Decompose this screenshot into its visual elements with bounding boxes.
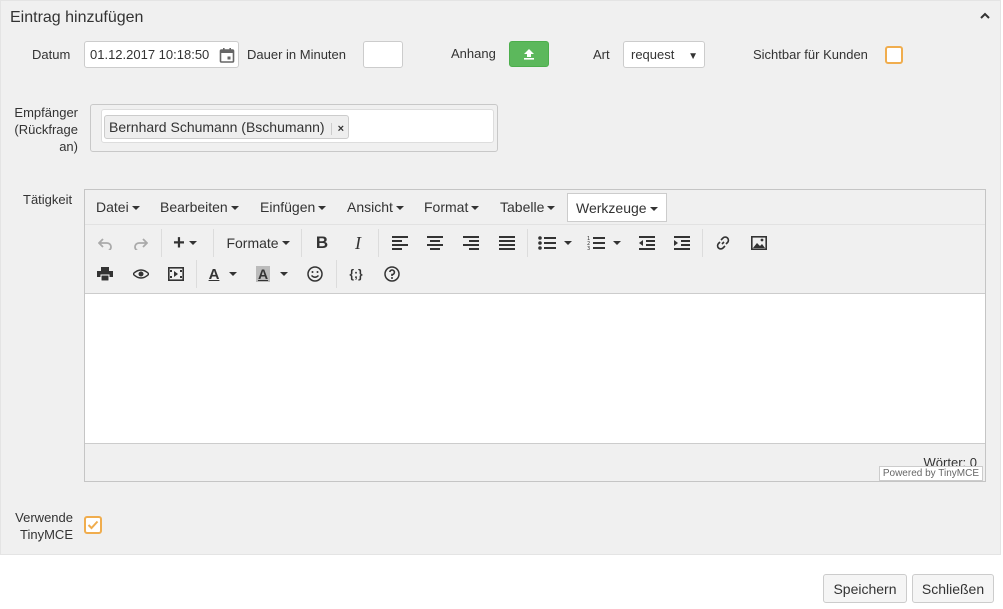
undo-icon[interactable]: [91, 230, 119, 256]
art-value: request: [631, 47, 675, 62]
align-left-icon[interactable]: [386, 230, 414, 256]
tinymce-checkbox[interactable]: [84, 516, 102, 534]
datum-value: 01.12.2017 10:18:50: [90, 47, 210, 62]
tinymce-label-line-2: TinyMCE: [20, 527, 73, 542]
calendar-icon[interactable]: [219, 47, 235, 63]
empfaenger-label-line-3: an): [59, 139, 78, 154]
add-entry-panel: Eintrag hinzufügen Datum 01.12.2017 10:1…: [0, 0, 1001, 555]
code-sample-icon[interactable]: {;}: [342, 261, 370, 287]
menu-datei[interactable]: Datei: [96, 193, 140, 222]
background-color-icon[interactable]: A: [252, 261, 292, 287]
link-icon[interactable]: [709, 230, 737, 256]
remove-tag-icon[interactable]: ×: [330, 123, 344, 135]
menu-bearbeiten[interactable]: Bearbeiten: [160, 193, 239, 222]
datum-input[interactable]: 01.12.2017 10:18:50: [84, 41, 239, 68]
indent-icon[interactable]: [668, 230, 696, 256]
align-center-icon[interactable]: [421, 230, 449, 256]
menu-tabelle[interactable]: Tabelle: [500, 193, 556, 222]
bullet-list-icon[interactable]: [534, 230, 576, 256]
text-color-icon[interactable]: A: [203, 261, 243, 287]
taetigkeit-label: Tätigkeit: [23, 192, 73, 207]
italic-icon[interactable]: I: [344, 230, 372, 256]
align-right-icon[interactable]: [457, 230, 485, 256]
numbered-list-icon[interactable]: 123: [583, 230, 625, 256]
editor-menubar: Datei Bearbeiten Einfügen Ansicht Format…: [85, 190, 985, 225]
upload-icon: [524, 49, 534, 60]
checkmark-icon: [87, 520, 99, 530]
empfaenger-label-line-2: (Rückfrage: [14, 122, 78, 137]
empfaenger-label-line-1: Empfänger: [14, 105, 78, 120]
emoticons-icon[interactable]: [301, 261, 329, 287]
anhang-label: Anhang: [451, 46, 496, 61]
image-icon[interactable]: [745, 230, 773, 256]
align-justify-icon[interactable]: [493, 230, 521, 256]
menu-format[interactable]: Format: [424, 193, 480, 222]
sichtbar-label: Sichtbar für Kunden: [753, 47, 868, 62]
help-icon[interactable]: [378, 261, 406, 287]
powered-by-tinymce[interactable]: Powered by TinyMCE: [878, 466, 983, 481]
redo-icon[interactable]: [127, 230, 155, 256]
empfaenger-label: Empfänger (Rückfrage an): [1, 104, 78, 155]
save-button[interactable]: Speichern: [823, 574, 907, 603]
tinymce-label-line-1: Verwende: [15, 510, 73, 525]
recipient-tag-label: Bernhard Schumann (Bschumann): [109, 119, 325, 135]
datum-label: Datum: [32, 47, 71, 62]
editor-content-area[interactable]: [85, 293, 985, 444]
recipient-input[interactable]: Bernhard Schumann (Bschumann) ×: [101, 109, 494, 143]
panel-title: Eintrag hinzufügen: [10, 9, 144, 26]
recipient-tag: Bernhard Schumann (Bschumann) ×: [104, 115, 349, 139]
art-select[interactable]: request ▼: [623, 41, 705, 68]
insert-plus-icon[interactable]: +: [167, 230, 203, 256]
chevron-up-icon[interactable]: [977, 8, 993, 24]
dauer-label: Dauer in Minuten: [247, 47, 346, 62]
menu-ansicht[interactable]: Ansicht: [347, 193, 404, 222]
media-icon[interactable]: [162, 261, 190, 287]
recipient-field: Bernhard Schumann (Bschumann) ×: [90, 104, 498, 152]
outdent-icon[interactable]: [633, 230, 661, 256]
tinymce-label: Verwende TinyMCE: [1, 509, 73, 543]
close-button[interactable]: Schließen: [912, 574, 994, 603]
bold-icon[interactable]: B: [308, 230, 336, 256]
svg-text:3: 3: [587, 246, 590, 250]
upload-button[interactable]: [509, 41, 549, 67]
dropdown-arrow-icon: ▼: [688, 51, 698, 62]
rich-text-editor: Datei Bearbeiten Einfügen Ansicht Format…: [84, 189, 986, 482]
preview-eye-icon[interactable]: [127, 261, 155, 287]
formats-dropdown[interactable]: Formate: [223, 230, 293, 256]
print-icon[interactable]: [91, 261, 119, 287]
art-label: Art: [593, 47, 610, 62]
menu-einfuegen[interactable]: Einfügen: [260, 193, 327, 222]
dauer-input[interactable]: [363, 41, 403, 68]
sichtbar-checkbox[interactable]: [885, 46, 903, 64]
menu-werkzeuge[interactable]: Werkzeuge: [567, 193, 667, 222]
